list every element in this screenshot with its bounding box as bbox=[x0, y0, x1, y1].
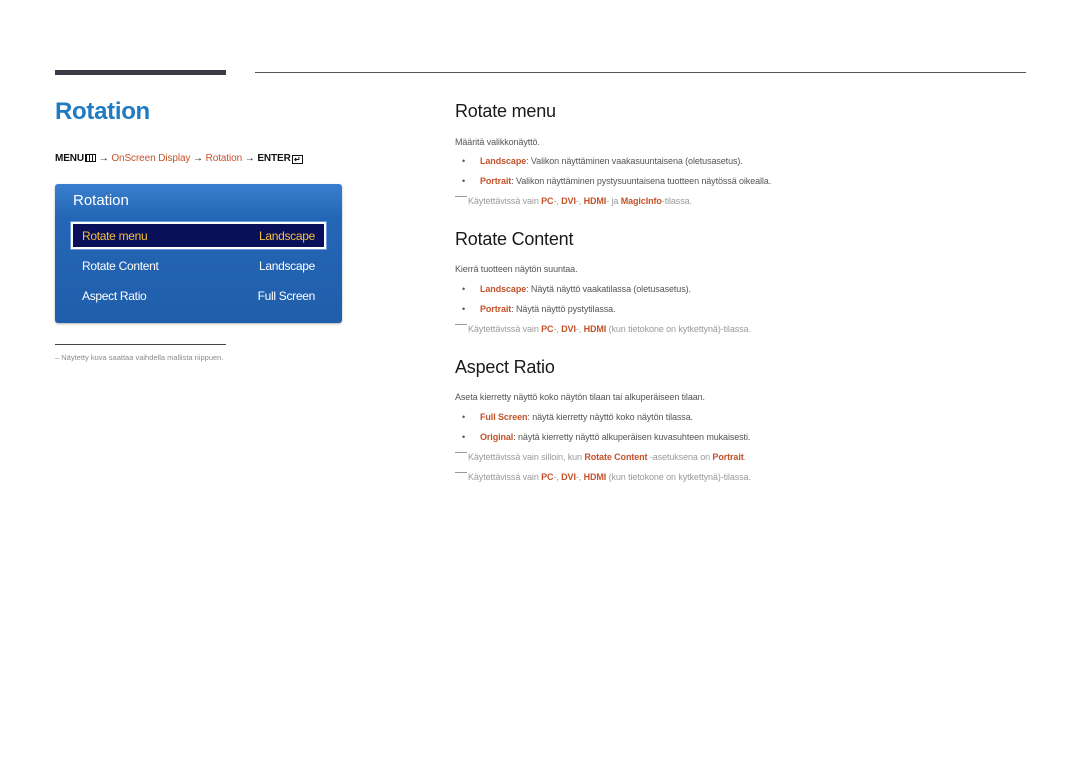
section-description: Määritä valikkonäyttö. bbox=[455, 137, 540, 147]
note-term: Rotate Content bbox=[584, 452, 648, 462]
breadcrumb-arrow: → bbox=[98, 153, 109, 164]
bullet-item: • Original: näytä kierretty näyttö alkupe… bbox=[462, 432, 750, 442]
note-term: PC bbox=[541, 472, 554, 482]
note-text: Käytettävissä vain bbox=[468, 324, 542, 334]
bullet-icon: • bbox=[462, 176, 466, 186]
section-heading-rotate-menu: Rotate menu bbox=[455, 101, 556, 121]
bullet-icon: • bbox=[462, 156, 466, 166]
osd-row-rotate-content[interactable]: Rotate Content Landscape bbox=[71, 252, 326, 279]
osd-rotation-panel: Rotation Rotate menu Landscape Rotate Co… bbox=[55, 184, 342, 323]
note: Käytettävissä vain PC-, DVI-, HDMI (kun … bbox=[455, 324, 751, 334]
breadcrumb-menu: MENU bbox=[55, 153, 85, 164]
note: Käytettävissä vain PC-, DVI-, HDMI- ja M… bbox=[455, 196, 692, 206]
note-text: -, bbox=[575, 472, 584, 482]
footnote: – Näytetty kuva saattaa vaihdella mallis… bbox=[55, 353, 224, 362]
osd-row-value: Full Screen bbox=[257, 289, 316, 303]
footnote-rule bbox=[55, 344, 226, 345]
breadcrumb-arrow: → bbox=[244, 153, 255, 164]
bullet-term: Full Screen bbox=[480, 412, 528, 422]
osd-row-aspect-ratio[interactable]: Aspect Ratio Full Screen bbox=[71, 282, 326, 309]
osd-row-rotate-menu[interactable]: Rotate menu Landscape bbox=[70, 221, 327, 250]
note-text: -, bbox=[575, 196, 584, 206]
note-dash-icon bbox=[455, 196, 467, 197]
breadcrumb: MENU → OnScreen Display → Rotation → ENT… bbox=[55, 153, 303, 164]
osd-row-label: Rotate Content bbox=[82, 259, 159, 273]
note-dash-icon bbox=[455, 472, 467, 473]
note-text: . bbox=[743, 452, 747, 462]
note-term: PC bbox=[541, 324, 554, 334]
note-text: -, bbox=[553, 196, 562, 206]
bullet-icon: • bbox=[462, 284, 466, 294]
note-text: (kun tietokone on kytkettynä)-tilassa. bbox=[606, 324, 751, 334]
header-rule-thin bbox=[255, 72, 1026, 73]
note-text: Käytettävissä vain silloin, kun bbox=[468, 452, 585, 462]
note-term: DVI bbox=[561, 196, 576, 206]
bullet-icon: • bbox=[462, 304, 466, 314]
note-text: Käytettävissä vain bbox=[468, 472, 542, 482]
bullet-term: Original bbox=[480, 432, 514, 442]
osd-row-value: Landscape bbox=[258, 229, 315, 243]
note: Käytettävissä vain silloin, kun Rotate C… bbox=[455, 452, 746, 462]
osd-row-label: Rotate menu bbox=[82, 229, 148, 243]
bullet-text: : Näytä näyttö vaakatilassa (oletusasetu… bbox=[526, 284, 691, 294]
note-term: Portrait bbox=[712, 452, 744, 462]
note-text: -, bbox=[553, 472, 562, 482]
bullet-item: • Portrait: Näytä näyttö pystytilassa. bbox=[462, 304, 616, 314]
bullet-icon: • bbox=[462, 412, 466, 422]
osd-row-value: Landscape bbox=[258, 259, 315, 273]
note-dash-icon bbox=[455, 324, 467, 325]
bullet-text: : Näytä näyttö pystytilassa. bbox=[511, 304, 616, 314]
note-term: DVI bbox=[561, 472, 576, 482]
section-heading-aspect-ratio: Aspect Ratio bbox=[455, 357, 555, 377]
menu-grid-icon bbox=[85, 154, 97, 162]
note-text: -, bbox=[575, 324, 584, 334]
note-term: HDMI bbox=[583, 324, 607, 334]
bullet-text: : näytä kierretty näyttö koko näytön til… bbox=[527, 412, 694, 422]
note-term: DVI bbox=[561, 324, 576, 334]
note-text: -tilassa. bbox=[661, 196, 692, 206]
breadcrumb-enter: ENTER bbox=[257, 153, 291, 164]
osd-title: Rotation bbox=[73, 192, 129, 209]
bullet-term: Landscape bbox=[480, 284, 527, 294]
note-text: (kun tietokone on kytkettynä)-tilassa. bbox=[606, 472, 751, 482]
bullet-item: • Landscape: Näytä näyttö vaakatilassa (o… bbox=[462, 284, 691, 294]
breadcrumb-onscreen-display[interactable]: OnScreen Display bbox=[111, 153, 190, 164]
section-description: Aseta kierretty näyttö koko näytön tilaa… bbox=[455, 392, 705, 402]
bullet-text: : Valikon näyttäminen vaakasuuntaisena (… bbox=[526, 156, 743, 166]
section-heading-rotate-content: Rotate Content bbox=[455, 229, 574, 249]
bullet-item: • Full Screen: näytä kierretty näyttö kok… bbox=[462, 412, 693, 422]
bullet-item: • Portrait: Valikon näyttäminen pystysuun… bbox=[462, 176, 771, 186]
breadcrumb-rotation[interactable]: Rotation bbox=[206, 153, 243, 164]
osd-row-label: Aspect Ratio bbox=[82, 289, 147, 303]
note-text: -asetuksena on bbox=[647, 452, 713, 462]
note: Käytettävissä vain PC-, DVI-, HDMI (kun … bbox=[455, 472, 751, 482]
bullet-item: • Landscape: Valikon näyttäminen vaakasuu… bbox=[462, 156, 743, 166]
section-description: Kierrä tuotteen näytön suuntaa. bbox=[455, 264, 578, 274]
note-text: -, bbox=[553, 324, 562, 334]
header-rule-thick bbox=[55, 70, 226, 75]
note-text: Käytettävissä vain bbox=[468, 196, 542, 206]
bullet-term: Portrait bbox=[480, 304, 512, 314]
note-term: HDMI bbox=[583, 196, 607, 206]
note-term: HDMI bbox=[583, 472, 607, 482]
note-text: - ja bbox=[606, 196, 621, 206]
bullet-text: : näytä kierretty näyttö alkuperäisen ku… bbox=[513, 432, 751, 442]
note-term: PC bbox=[541, 196, 554, 206]
bullet-term: Portrait bbox=[480, 176, 512, 186]
page-title: Rotation bbox=[55, 98, 150, 125]
bullet-text: : Valikon näyttäminen pystysuuntaisena t… bbox=[511, 176, 772, 186]
bullet-icon: • bbox=[462, 432, 466, 442]
breadcrumb-arrow: → bbox=[193, 153, 203, 164]
enter-icon: ↵ bbox=[291, 155, 303, 164]
bullet-term: Landscape bbox=[480, 156, 527, 166]
note-dash-icon bbox=[455, 452, 467, 453]
note-term: MagicInfo bbox=[620, 196, 662, 206]
